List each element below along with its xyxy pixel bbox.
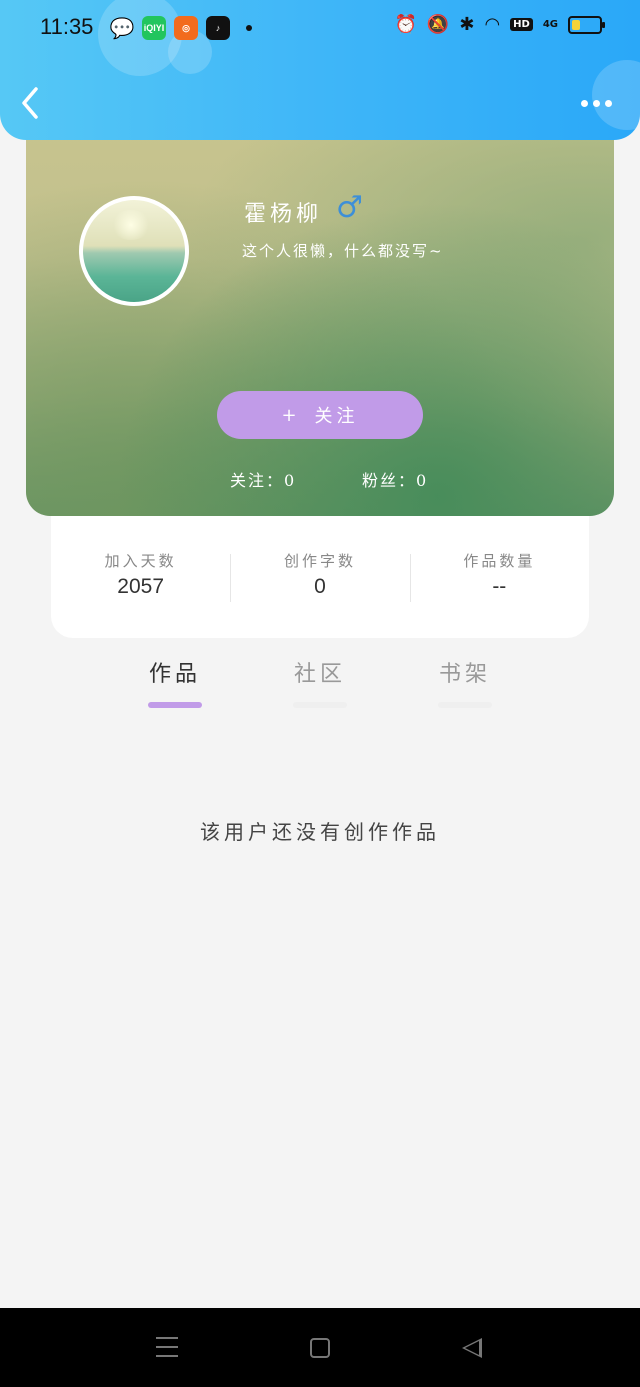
tab-label: 作品 xyxy=(148,662,201,687)
following-count[interactable]: 关注：0 xyxy=(230,467,296,491)
menu-icon xyxy=(156,1337,178,1339)
back-triangle-button[interactable] xyxy=(462,1338,482,1358)
stat-value: 0 xyxy=(314,575,326,598)
follow-button[interactable]: + 关注 xyxy=(217,391,423,439)
recent-apps-button[interactable] xyxy=(156,1337,178,1364)
bluetooth-icon: ✱ xyxy=(459,14,475,35)
mute-icon: 🔕 xyxy=(426,14,450,35)
tab-indicator xyxy=(148,702,202,708)
status-app-icons: 💬 iQIYI ◎ ♪ xyxy=(110,16,252,40)
back-button[interactable] xyxy=(20,86,50,126)
followers-count[interactable]: 粉丝：0 xyxy=(362,467,428,491)
tab-bookshelf[interactable]: 书架 xyxy=(425,656,505,708)
app-icon: ◎ xyxy=(174,16,198,40)
tab-community[interactable]: 社区 xyxy=(280,656,360,708)
battery-level xyxy=(572,19,580,30)
iqiyi-icon: iQIYI xyxy=(142,16,166,40)
tab-indicator xyxy=(293,702,347,708)
empty-state-message: 该用户还没有创作作品 xyxy=(200,820,440,844)
hd-icon: HD xyxy=(510,18,533,31)
stat-join-days: 加入天数 2057 xyxy=(51,550,230,638)
notification-dot-icon xyxy=(246,25,252,31)
signal-icon: 4G xyxy=(542,19,558,30)
stat-works-count: 作品数量 -- xyxy=(409,550,589,638)
profile-card: 霍杨柳 ♂ 这个人很懒，什么都没写~ + 关注 关注：0 粉丝：0 xyxy=(26,120,614,516)
status-time: 11:35 xyxy=(40,14,94,39)
status-indicators: ⏰ 🔕 ✱ ◠ HD 4G xyxy=(394,14,605,35)
tab-label: 社区 xyxy=(293,662,346,687)
wifi-icon: ◠ xyxy=(484,14,501,35)
home-button[interactable] xyxy=(310,1338,330,1358)
tab-label: 书架 xyxy=(438,662,491,687)
avatar-sun xyxy=(111,210,151,240)
tab-indicator xyxy=(438,702,492,708)
male-gender-icon: ♂ xyxy=(336,190,363,225)
battery-icon xyxy=(568,15,605,34)
tab-works[interactable]: 作品 xyxy=(135,656,215,708)
wechat-icon: 💬 xyxy=(109,17,135,40)
user-bio: 这个人很懒，什么都没写~ xyxy=(242,242,444,260)
alarm-icon: ⏰ xyxy=(394,14,417,35)
stat-label: 作品数量 xyxy=(463,552,536,570)
top-header: 11:35 💬 iQIYI ◎ ♪ ⏰ 🔕 ✱ ◠ HD 4G xyxy=(0,0,640,140)
chevron-left-icon xyxy=(22,87,38,119)
stat-label: 加入天数 xyxy=(104,552,177,570)
follow-button-label: 关注 xyxy=(314,406,359,427)
more-button[interactable] xyxy=(581,100,612,107)
user-name: 霍杨柳 xyxy=(244,202,323,227)
stat-value: -- xyxy=(492,575,507,598)
tiktok-icon: ♪ xyxy=(206,16,230,40)
stat-word-count: 创作字数 0 xyxy=(230,550,409,638)
tab-bar: 作品 社区 书架 xyxy=(0,656,640,716)
more-horizontal-icon xyxy=(581,100,588,107)
decorative-bubble xyxy=(592,60,640,130)
system-navigation-bar xyxy=(0,1308,640,1387)
stat-label: 创作字数 xyxy=(283,552,356,570)
stats-panel: 加入天数 2057 创作字数 0 作品数量 -- xyxy=(51,500,589,638)
plus-icon: + xyxy=(281,404,301,426)
stat-value: 2057 xyxy=(117,575,165,598)
avatar[interactable] xyxy=(79,196,189,306)
